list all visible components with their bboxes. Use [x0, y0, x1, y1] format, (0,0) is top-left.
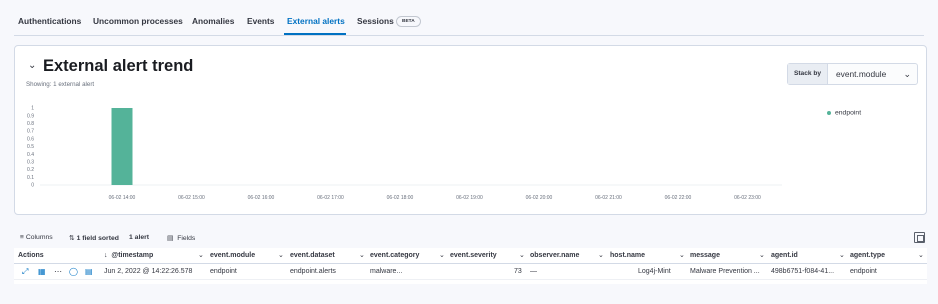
x-tick-label: 06-02 22:00: [665, 195, 692, 201]
column-header-event-severity[interactable]: event.severity: [450, 252, 497, 259]
column-header-agent-type[interactable]: agent.type: [850, 252, 885, 259]
cell-agent-id: 498b6751-f084-41...: [771, 268, 835, 275]
expand-icon[interactable]: ⤢: [22, 267, 28, 277]
cell-timestamp: Jun 2, 2022 @ 14:22:26.578: [104, 268, 193, 275]
sort-button[interactable]: ⇅ 1 field sorted: [69, 234, 119, 242]
fields-label: Fields: [177, 235, 196, 242]
column-header-observer-name[interactable]: observer.name: [530, 252, 579, 259]
y-tick-label: 0.4: [27, 152, 34, 158]
y-tick-label: 0.5: [27, 144, 34, 150]
chevron-down-icon[interactable]: ⌄: [198, 251, 204, 259]
cell-event-dataset: endpoint.alerts: [290, 268, 336, 275]
column-header-event-module[interactable]: event.module: [210, 252, 255, 259]
y-tick-label: 0.9: [27, 113, 34, 119]
column-header-actions: Actions: [18, 252, 44, 259]
table-row[interactable]: ⤢ ▦ ⋯ ◯ ▤ Jun 2, 2022 @ 14:22:26.578 end…: [14, 264, 927, 280]
bar-endpoint: [111, 108, 133, 185]
column-header-agent-id[interactable]: agent.id: [771, 252, 798, 259]
y-tick-label: 0.3: [27, 160, 34, 166]
y-tick-label: 0.6: [27, 136, 34, 142]
session-view-icon[interactable]: ▤: [85, 267, 93, 276]
table-header: Actions ↓ @timestamp ⌄ event.module ⌄ ev…: [14, 248, 927, 264]
column-header-timestamp[interactable]: ↓ @timestamp: [104, 252, 153, 259]
column-header-message[interactable]: message: [690, 252, 720, 259]
chevron-down-icon[interactable]: ⌄: [679, 251, 685, 259]
chevron-down-icon[interactable]: ⌄: [839, 251, 845, 259]
cell-event-module: endpoint: [210, 268, 237, 275]
sort-label: 1 field sorted: [76, 235, 119, 242]
y-tick-label: 0.2: [27, 167, 34, 173]
columns-button[interactable]: ≡ Columns: [20, 234, 53, 241]
alerts-table: Actions ↓ @timestamp ⌄ event.module ⌄ ev…: [14, 248, 927, 284]
x-tick-label: 06-02 20:00: [526, 195, 553, 201]
y-tick-label: 0: [31, 183, 34, 189]
column-header-event-dataset[interactable]: event.dataset: [290, 252, 335, 259]
x-tick-label: 06-02 15:00: [178, 195, 205, 201]
column-header-host-name[interactable]: host.name: [610, 252, 645, 259]
analyze-event-icon[interactable]: ▦: [38, 267, 46, 276]
cell-observer-name: —: [530, 268, 537, 275]
more-actions-icon[interactable]: ⋯: [54, 267, 62, 276]
cell-host-name: Log4j-Mint: [638, 268, 671, 275]
x-tick-label: 06-02 17:00: [317, 195, 344, 201]
chevron-down-icon[interactable]: ⌄: [598, 251, 604, 259]
y-tick-label: 0.7: [27, 129, 34, 135]
chevron-down-icon[interactable]: ⌄: [278, 251, 284, 259]
cell-event-severity: 73: [514, 268, 522, 275]
chevron-down-icon[interactable]: ⌄: [439, 251, 445, 259]
column-header-event-category[interactable]: event.category: [370, 252, 419, 259]
investigate-icon[interactable]: ◯: [69, 267, 78, 276]
columns-label: Columns: [25, 234, 53, 241]
x-tick-label: 06-02 21:00: [595, 195, 622, 201]
x-tick-label: 06-02 19:00: [456, 195, 483, 201]
chevron-down-icon[interactable]: ⌄: [918, 251, 924, 259]
y-tick-label: 0.8: [27, 121, 34, 127]
x-tick-label: 06-02 14:00: [109, 195, 136, 201]
chevron-down-icon[interactable]: ⌄: [759, 251, 765, 259]
chevron-down-icon[interactable]: ⌄: [519, 251, 525, 259]
fullscreen-icon[interactable]: [914, 232, 925, 243]
cell-message: Malware Prevention ...: [690, 268, 760, 275]
fields-button[interactable]: ▤ Fields: [167, 234, 195, 242]
x-tick-label: 06-02 16:00: [248, 195, 275, 201]
x-tick-label: 06-02 23:00: [734, 195, 761, 201]
cell-agent-type: endpoint: [850, 268, 877, 275]
cell-event-category: malware...: [370, 268, 403, 275]
y-tick-label: 1: [31, 106, 34, 112]
y-tick-label: 0.1: [27, 175, 34, 181]
x-tick-label: 06-02 18:00: [387, 195, 414, 201]
grid-toolbar: ≡ Columns ⇅ 1 field sorted 1 alert ▤ Fie…: [14, 232, 927, 246]
chevron-down-icon[interactable]: ⌄: [359, 251, 365, 259]
alert-count: 1 alert: [129, 234, 150, 241]
